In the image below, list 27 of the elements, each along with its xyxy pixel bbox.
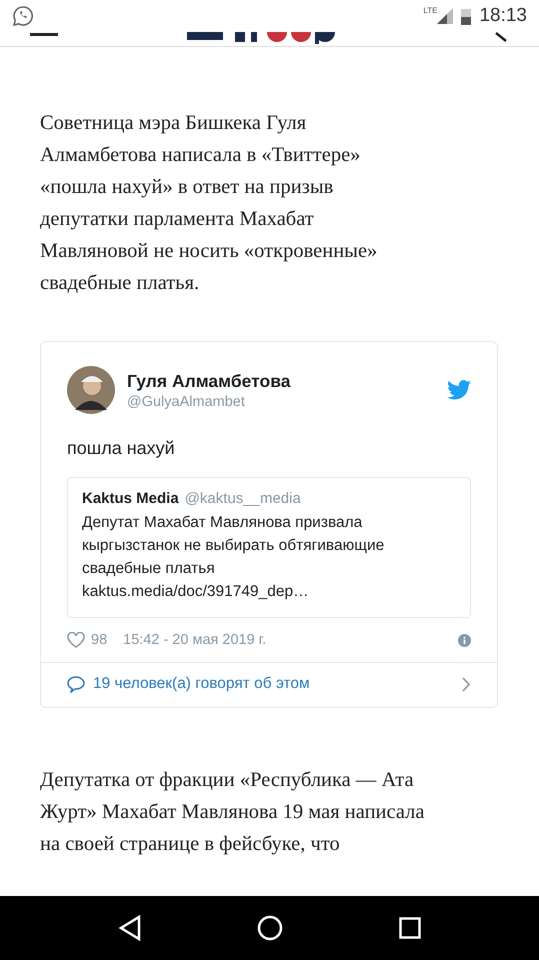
home-icon[interactable] [257, 915, 284, 941]
article-paragraph: Депутатка от фракции «Республика — Ата Журт» Махабат Мавлянова 19 мая написала на своей странице в фейсбуке, что [40, 768, 426, 857]
speech-bubble-icon [67, 676, 85, 692]
tweet-handle[interactable]: @GulyaAlmambet [127, 394, 435, 410]
quoted-text: Депутат Махабат Мавлянова призвала кыргызстанок не выбирать обтягивающие свадебные платья kaktus.media/doc/391749_dep… [82, 513, 386, 602]
discussion-link[interactable]: 19 человек(а) говорят об этом [41, 662, 497, 707]
like-count: 98 [91, 632, 108, 648]
avatar [67, 366, 115, 414]
network-type: LTE [423, 6, 438, 15]
quoted-handle: @kaktus__media [184, 490, 301, 507]
tweet-text: пошла нахуй [67, 438, 176, 459]
heart-icon[interactable] [67, 632, 85, 648]
whatsapp-icon [12, 5, 34, 27]
tweet-timestamp[interactable]: 15:42 - 20 мая 2019 г. [123, 632, 452, 648]
tweet-author[interactable]: Гуля Алмамбетова [127, 370, 435, 392]
quoted-tweet[interactable]: Kaktus Media @kaktus__media Депутат Махабат Мавлянова призвала кыргызстанок не выбирать обтягивающие свадебные платья kaktus.media/doc/391749_dep… [67, 477, 471, 618]
menu-icon[interactable] [30, 32, 58, 38]
signal-icon [437, 8, 454, 24]
status-time: 18:13 [479, 5, 527, 27]
recents-icon[interactable] [399, 917, 422, 939]
quoted-author: Kaktus Media [82, 490, 179, 507]
chevron-right-icon [462, 676, 471, 692]
article-paragraph: Советница мэра Бишкека Гуля Алмамбетова написала в «Твиттере» «пошла нахуй» в ответ на призыв депутатки парламента Махабат Мавляновой не носить «откровенные» свадебные платья. [40, 111, 378, 296]
battery-icon [461, 8, 472, 24]
info-icon[interactable] [458, 634, 471, 646]
bird-icon[interactable] [447, 380, 471, 400]
back-icon[interactable] [118, 915, 142, 941]
